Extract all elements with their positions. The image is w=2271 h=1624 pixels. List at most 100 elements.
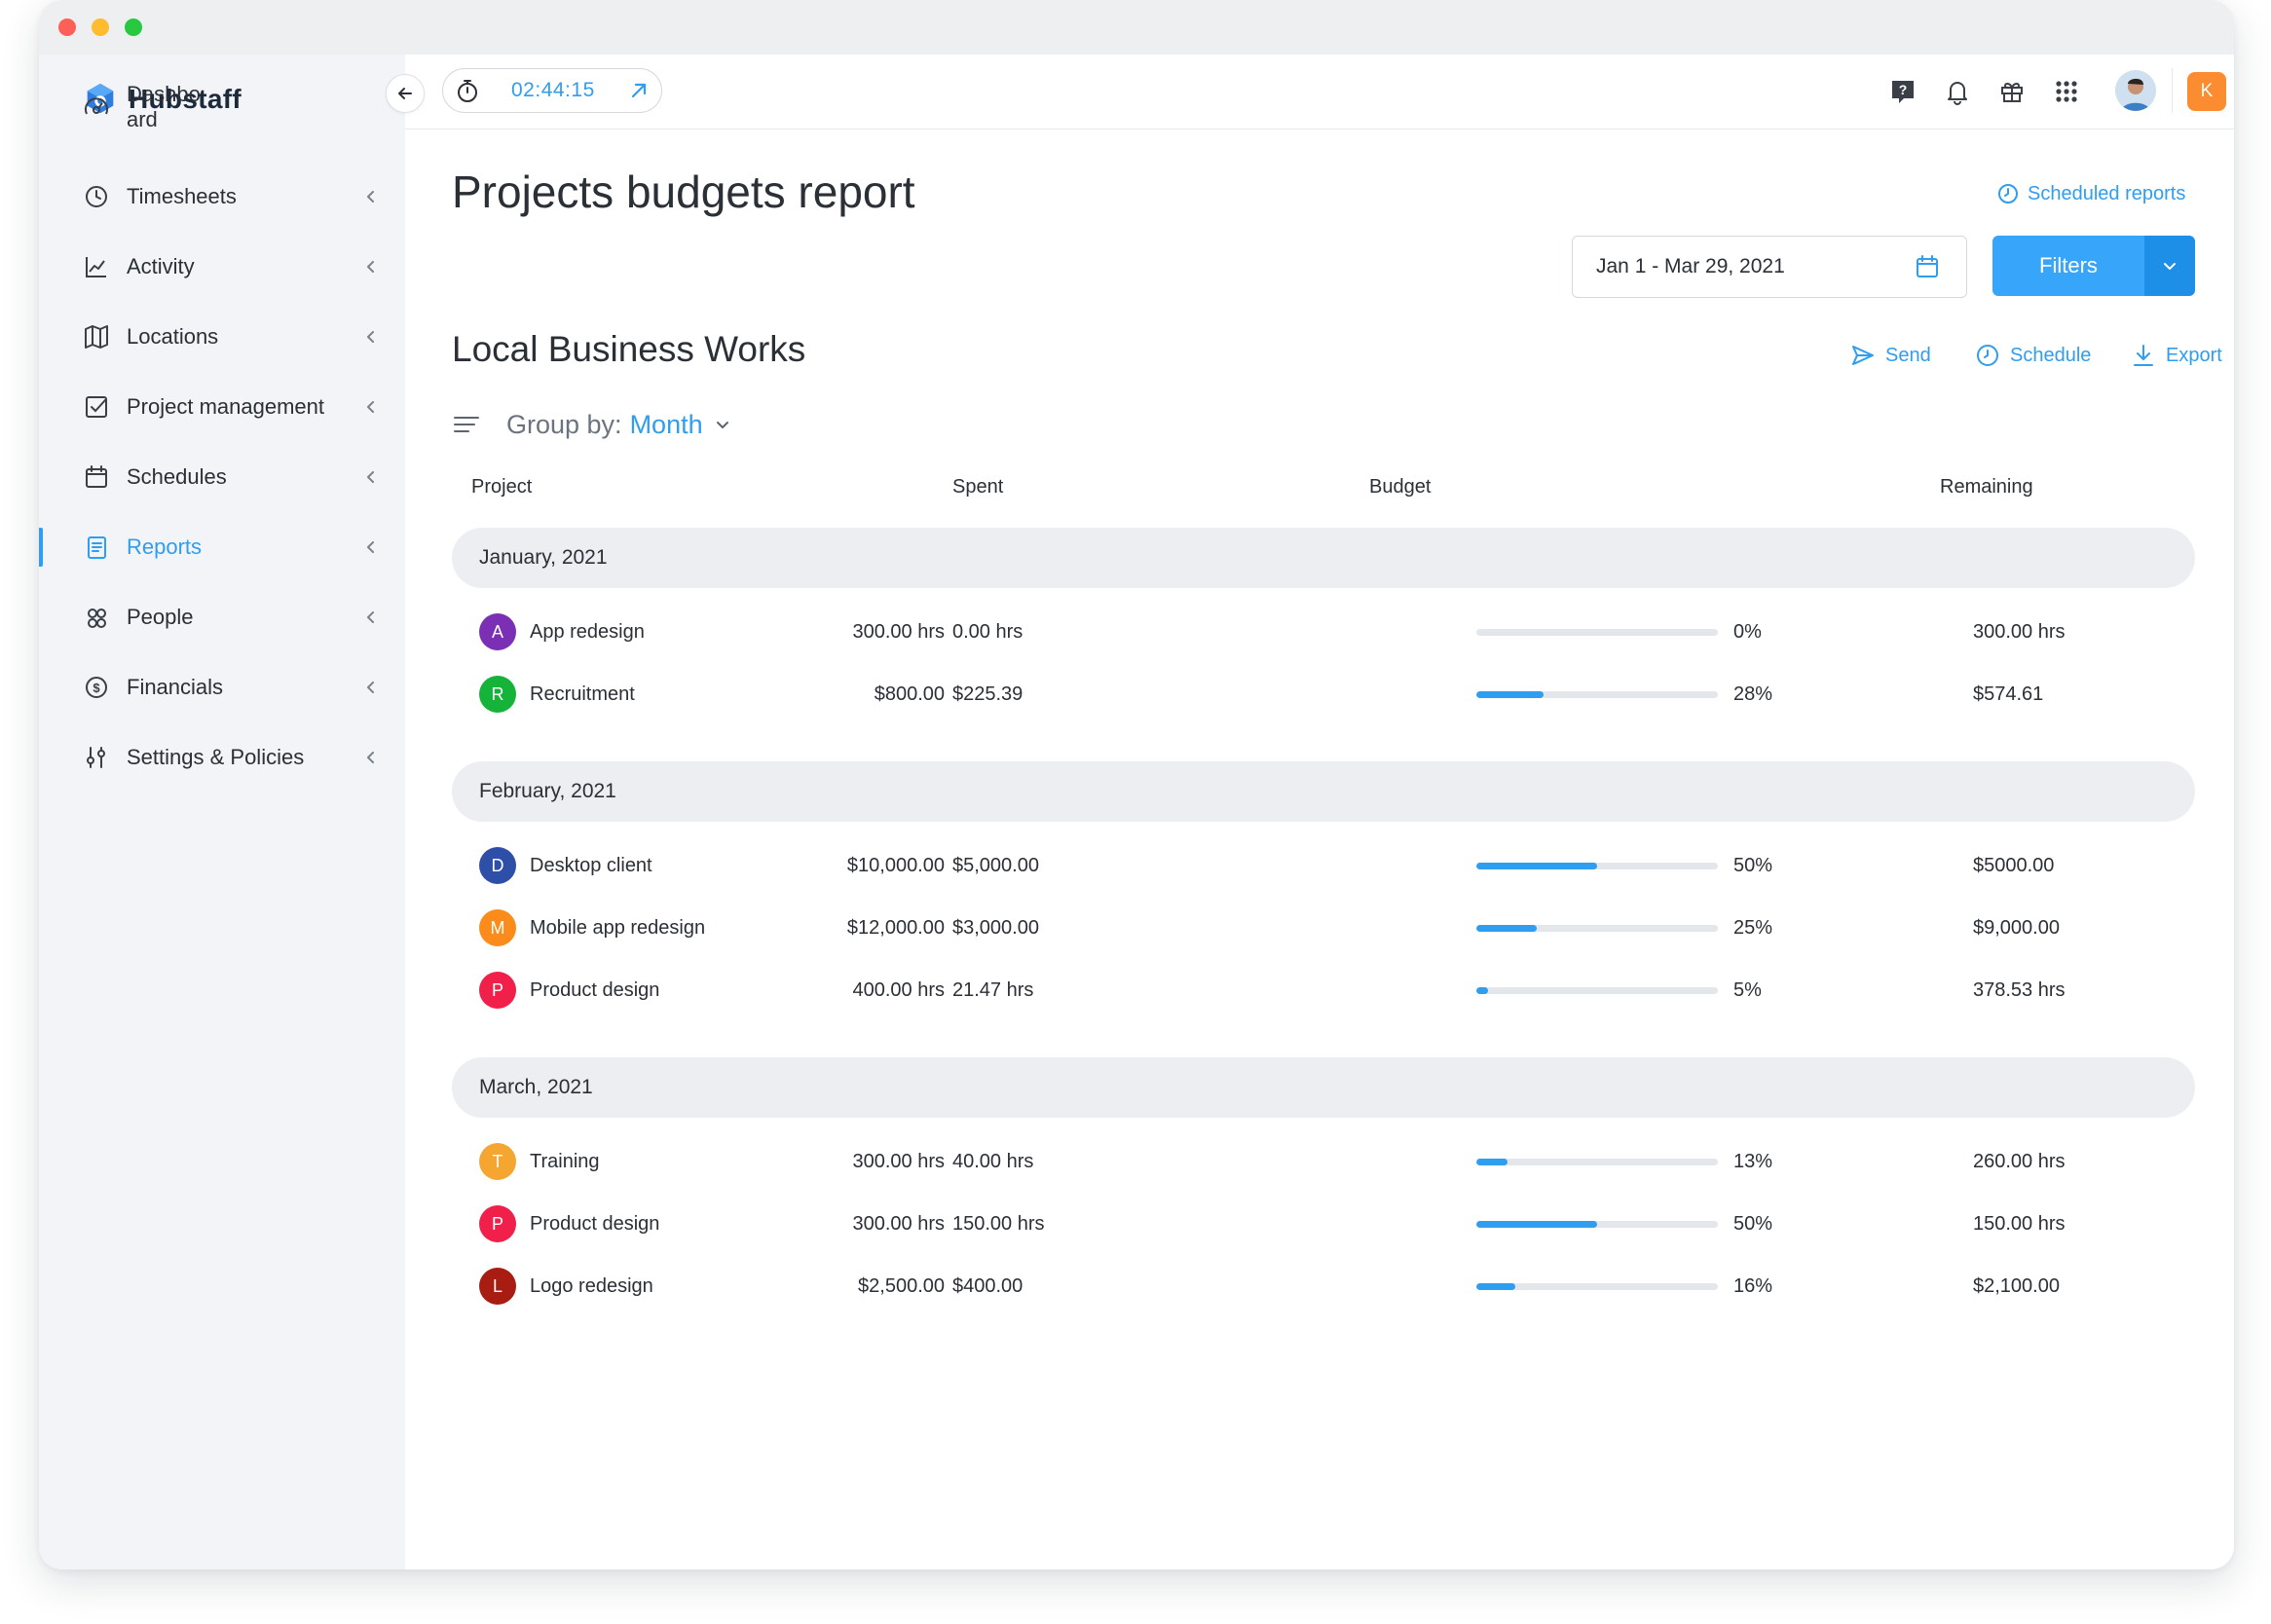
sidebar-item-timesheets[interactable]: Timesheets <box>39 169 405 224</box>
budget-percent: 25% <box>1733 917 1773 939</box>
topbar-divider <box>2172 68 2173 113</box>
organization-title: Local Business Works <box>452 329 806 369</box>
map-icon <box>82 322 111 351</box>
chevron-left-icon <box>362 468 380 486</box>
budget-progress-fill <box>1476 863 1597 869</box>
project-avatar: P <box>479 972 516 1009</box>
sidebar-item-project-management[interactable]: Project management <box>39 380 405 434</box>
project-name: Training <box>530 1151 600 1172</box>
gift-icon[interactable] <box>1996 76 2028 107</box>
table-row[interactable]: P Product design 21.47 hrs 400.00 hrs 5% 378.… <box>452 966 2195 1015</box>
spent-value: 0.00 hrs <box>952 621 1024 643</box>
open-external-arrow-icon[interactable] <box>628 80 650 101</box>
column-header-remaining[interactable]: Remaining <box>1940 476 2033 498</box>
filters-dropdown-button[interactable] <box>2144 236 2195 296</box>
window-close-button[interactable] <box>58 18 76 36</box>
budget-progress-fill <box>1476 1283 1515 1290</box>
remaining-value: $2,100.00 <box>1973 1275 2060 1297</box>
date-range-picker[interactable]: Jan 1 - Mar 29, 2021 <box>1572 236 1967 298</box>
collapse-sidebar-button[interactable] <box>386 74 425 113</box>
budget-progress-bar <box>1476 1283 1718 1290</box>
month-group-label: February, 2021 <box>479 780 616 802</box>
chevron-left-icon <box>362 258 380 276</box>
svg-text:$: $ <box>93 681 100 695</box>
sidebar: Hubstaff Dashbo ard Timesheets Activity Loc… <box>39 55 405 1569</box>
column-header-spent[interactable]: Spent <box>952 476 1003 498</box>
budget-value: $2,500.00 <box>858 1275 945 1297</box>
project-name: Product design <box>530 1213 660 1235</box>
sidebar-item-financials[interactable]: $ Financials <box>39 660 405 715</box>
sidebar-item-label: Dashbo ard <box>127 82 201 131</box>
sidebar-item-locations[interactable]: Locations <box>39 310 405 364</box>
budget-progress-bar <box>1476 1159 1718 1165</box>
sidebar-item-settings-policies[interactable]: Settings & Policies <box>39 730 405 785</box>
project-avatar: D <box>479 847 516 884</box>
clock-icon <box>1998 184 2018 203</box>
chevron-left-icon <box>362 328 380 346</box>
budget-progress-fill <box>1476 691 1545 698</box>
time-tracker-widget[interactable]: 02:44:15 <box>442 68 662 113</box>
table-row[interactable]: M Mobile app redesign $3,000.00 $12,000.00 2… <box>452 904 2195 952</box>
remaining-value: 150.00 hrs <box>1973 1213 2066 1235</box>
table-row[interactable]: T Training 40.00 hrs 300.00 hrs 13% 260.00 hr… <box>452 1137 2195 1186</box>
apps-grid-icon[interactable] <box>2051 76 2082 107</box>
column-header-budget[interactable]: Budget <box>1369 476 1431 498</box>
group-by-label: Group by: <box>506 409 622 439</box>
window-titlebar <box>39 0 2234 55</box>
dollar-coin-icon: $ <box>82 673 111 702</box>
budget-progress-fill <box>1476 1159 1508 1165</box>
schedule-label: Schedule <box>2010 344 2092 366</box>
report-document-icon <box>82 533 111 562</box>
clock-icon <box>82 182 111 211</box>
organization-avatar[interactable]: K <box>2187 72 2226 111</box>
sidebar-item-label: Project management <box>127 394 324 419</box>
clock-icon <box>1977 345 1998 366</box>
budget-percent: 13% <box>1733 1151 1773 1172</box>
window-minimize-button[interactable] <box>92 18 109 36</box>
export-label: Export <box>2166 344 2222 366</box>
schedule-button[interactable]: Schedule <box>1975 341 2091 370</box>
table-row[interactable]: L Logo redesign $400.00 $2,500.00 16% $2,100.… <box>452 1262 2195 1310</box>
table-row[interactable]: P Product design 150.00 hrs 300.00 hrs 50% 15… <box>452 1200 2195 1248</box>
chevron-down-icon <box>716 422 728 428</box>
date-range-value: Jan 1 - Mar 29, 2021 <box>1596 255 1785 277</box>
group-by-selector[interactable]: Group by: Month <box>452 407 732 442</box>
budget-progress-bar <box>1476 629 1718 636</box>
scheduled-reports-link[interactable]: Scheduled reports <box>1996 179 2185 208</box>
column-header-project[interactable]: Project <box>471 476 532 498</box>
spent-value: $5,000.00 <box>952 855 1039 876</box>
sidebar-item-activity[interactable]: Activity <box>39 240 405 294</box>
filters-button[interactable]: Filters <box>1992 236 2144 296</box>
timer-value: 02:44:15 <box>511 79 595 101</box>
remaining-value: $9,000.00 <box>1973 917 2060 939</box>
budget-percent: 28% <box>1733 683 1773 705</box>
project-avatar: A <box>479 613 516 650</box>
window-zoom-button[interactable] <box>125 18 142 36</box>
table-row[interactable]: R Recruitment $225.39 $800.00 28% $574.61 <box>452 670 2195 719</box>
sidebar-item-dashbo-ard[interactable]: Dashbo ard <box>39 80 405 134</box>
send-button[interactable]: Send <box>1850 341 1931 370</box>
export-button[interactable]: Export <box>2131 341 2222 370</box>
bell-icon[interactable] <box>1942 76 1973 107</box>
help-icon[interactable]: ? <box>1887 76 1918 107</box>
sidebar-item-label: Settings & Policies <box>127 745 305 769</box>
remaining-value: $5000.00 <box>1973 855 2055 876</box>
sidebar-item-label: Locations <box>127 324 219 349</box>
budget-percent: 0% <box>1733 621 1762 643</box>
project-avatar: T <box>479 1143 516 1180</box>
remaining-value: 378.53 hrs <box>1973 979 2066 1001</box>
user-avatar[interactable] <box>2115 70 2156 111</box>
sidebar-item-label: Schedules <box>127 464 227 489</box>
calendar-icon <box>1917 255 1938 277</box>
budget-value: 300.00 hrs <box>852 1151 945 1172</box>
sidebar-item-schedules[interactable]: Schedules <box>39 450 405 504</box>
calendar-icon <box>82 462 111 492</box>
sidebar-item-people[interactable]: People <box>39 590 405 645</box>
table-row[interactable]: D Desktop client $5,000.00 $10,000.00 50% $50… <box>452 841 2195 890</box>
scheduled-reports-label: Scheduled reports <box>2028 182 2186 204</box>
table-row[interactable]: A App redesign 0.00 hrs 300.00 hrs 0% 300.00 … <box>452 608 2195 656</box>
project-name: Mobile app redesign <box>530 917 706 939</box>
sidebar-item-reports[interactable]: Reports <box>39 520 405 574</box>
chevron-left-icon <box>362 679 380 696</box>
activity-chart-icon <box>82 252 111 281</box>
